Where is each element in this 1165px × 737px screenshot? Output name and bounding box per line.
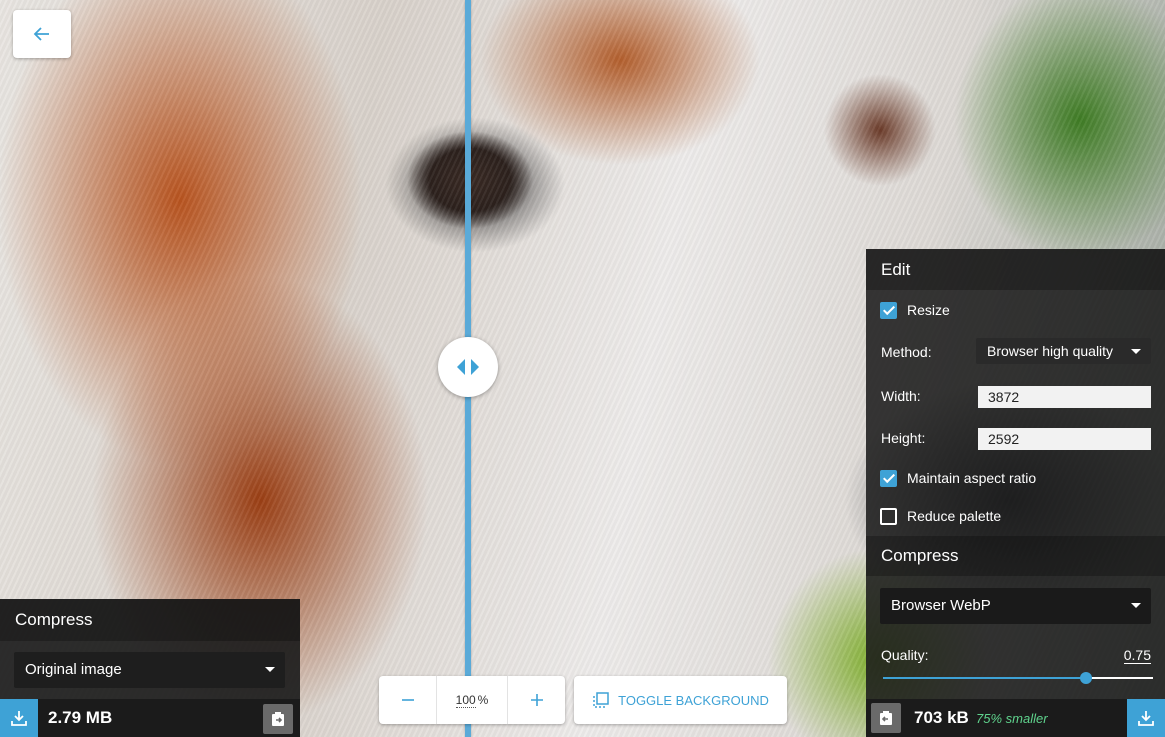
compress-section-title: Compress [866, 536, 1165, 576]
compressed-options-panel: Edit Resize Method: Browser high quality… [866, 249, 1165, 699]
zoom-level-value: 100 [455, 692, 476, 708]
right-footer: 703 kB 75% smaller [866, 699, 1165, 737]
download-icon [11, 711, 27, 726]
left-footer: 2.79 MB [0, 699, 300, 737]
divider-handle[interactable] [438, 337, 498, 397]
edit-section-title: Edit [866, 249, 1165, 290]
quality-value[interactable]: 0.75 [1123, 647, 1151, 664]
download-icon [1138, 711, 1154, 726]
original-method-select[interactable]: Original image [14, 652, 285, 688]
width-label: Width: [881, 388, 921, 404]
background-toggle-icon [593, 692, 609, 708]
width-input[interactable] [978, 386, 1151, 408]
encoder-select[interactable]: Browser WebP [880, 588, 1151, 624]
reduce-palette-checkbox[interactable] [880, 507, 897, 525]
copy-to-right-icon [272, 712, 284, 726]
quality-label: Quality: [881, 647, 929, 663]
height-input[interactable] [978, 428, 1151, 450]
download-compressed-button[interactable] [1127, 699, 1165, 737]
zoom-controls: 100 % [379, 676, 565, 724]
compressed-size: 703 kB [914, 708, 969, 727]
quality-slider[interactable] [883, 672, 1153, 684]
original-method-value: Original image [25, 661, 122, 678]
copy-settings-right-button[interactable] [263, 704, 293, 734]
maintain-aspect-label: Maintain aspect ratio [907, 470, 1037, 486]
drag-arrows-icon [457, 359, 479, 375]
resize-label: Resize [907, 302, 950, 318]
arrow-left-icon [33, 27, 49, 41]
resize-method-value: Browser high quality [987, 343, 1114, 359]
maintain-aspect-checkbox[interactable] [880, 469, 897, 487]
left-compress-title: Compress [0, 599, 300, 641]
reduce-palette-label: Reduce palette [907, 508, 1002, 524]
zoom-out-button[interactable] [379, 676, 436, 724]
plus-icon [530, 694, 543, 706]
maintain-aspect-toggle[interactable]: Maintain aspect ratio [866, 468, 1165, 488]
chevron-down-icon [265, 667, 275, 672]
quality-slider-fill [883, 677, 1086, 679]
back-button[interactable] [13, 10, 71, 58]
encoder-value: Browser WebP [891, 597, 991, 614]
method-label: Method: [881, 344, 932, 360]
original-options-panel: Compress Original image [0, 599, 300, 699]
minus-icon [401, 699, 414, 701]
resize-method-select[interactable]: Browser high quality [976, 338, 1151, 364]
savings-badge: 75% smaller [976, 711, 1048, 726]
copy-to-left-icon [880, 711, 892, 725]
download-original-button[interactable] [0, 699, 38, 737]
zoom-level-input[interactable]: 100 % [436, 676, 508, 724]
copy-settings-left-button[interactable] [871, 703, 901, 733]
toggle-background-label: TOGGLE BACKGROUND [618, 692, 769, 708]
resize-checkbox[interactable] [880, 301, 897, 319]
original-size: 2.79 MB [48, 708, 113, 727]
chevron-down-icon [1131, 349, 1141, 354]
resize-toggle[interactable]: Resize [866, 300, 1165, 320]
toggle-background-button[interactable]: TOGGLE BACKGROUND [574, 676, 787, 724]
reduce-palette-toggle[interactable]: Reduce palette [866, 506, 1165, 526]
height-label: Height: [881, 430, 926, 446]
zoom-in-button[interactable] [508, 676, 565, 724]
quality-slider-thumb[interactable] [1079, 672, 1092, 684]
chevron-down-icon [1131, 603, 1141, 608]
zoom-unit: % [477, 693, 489, 707]
